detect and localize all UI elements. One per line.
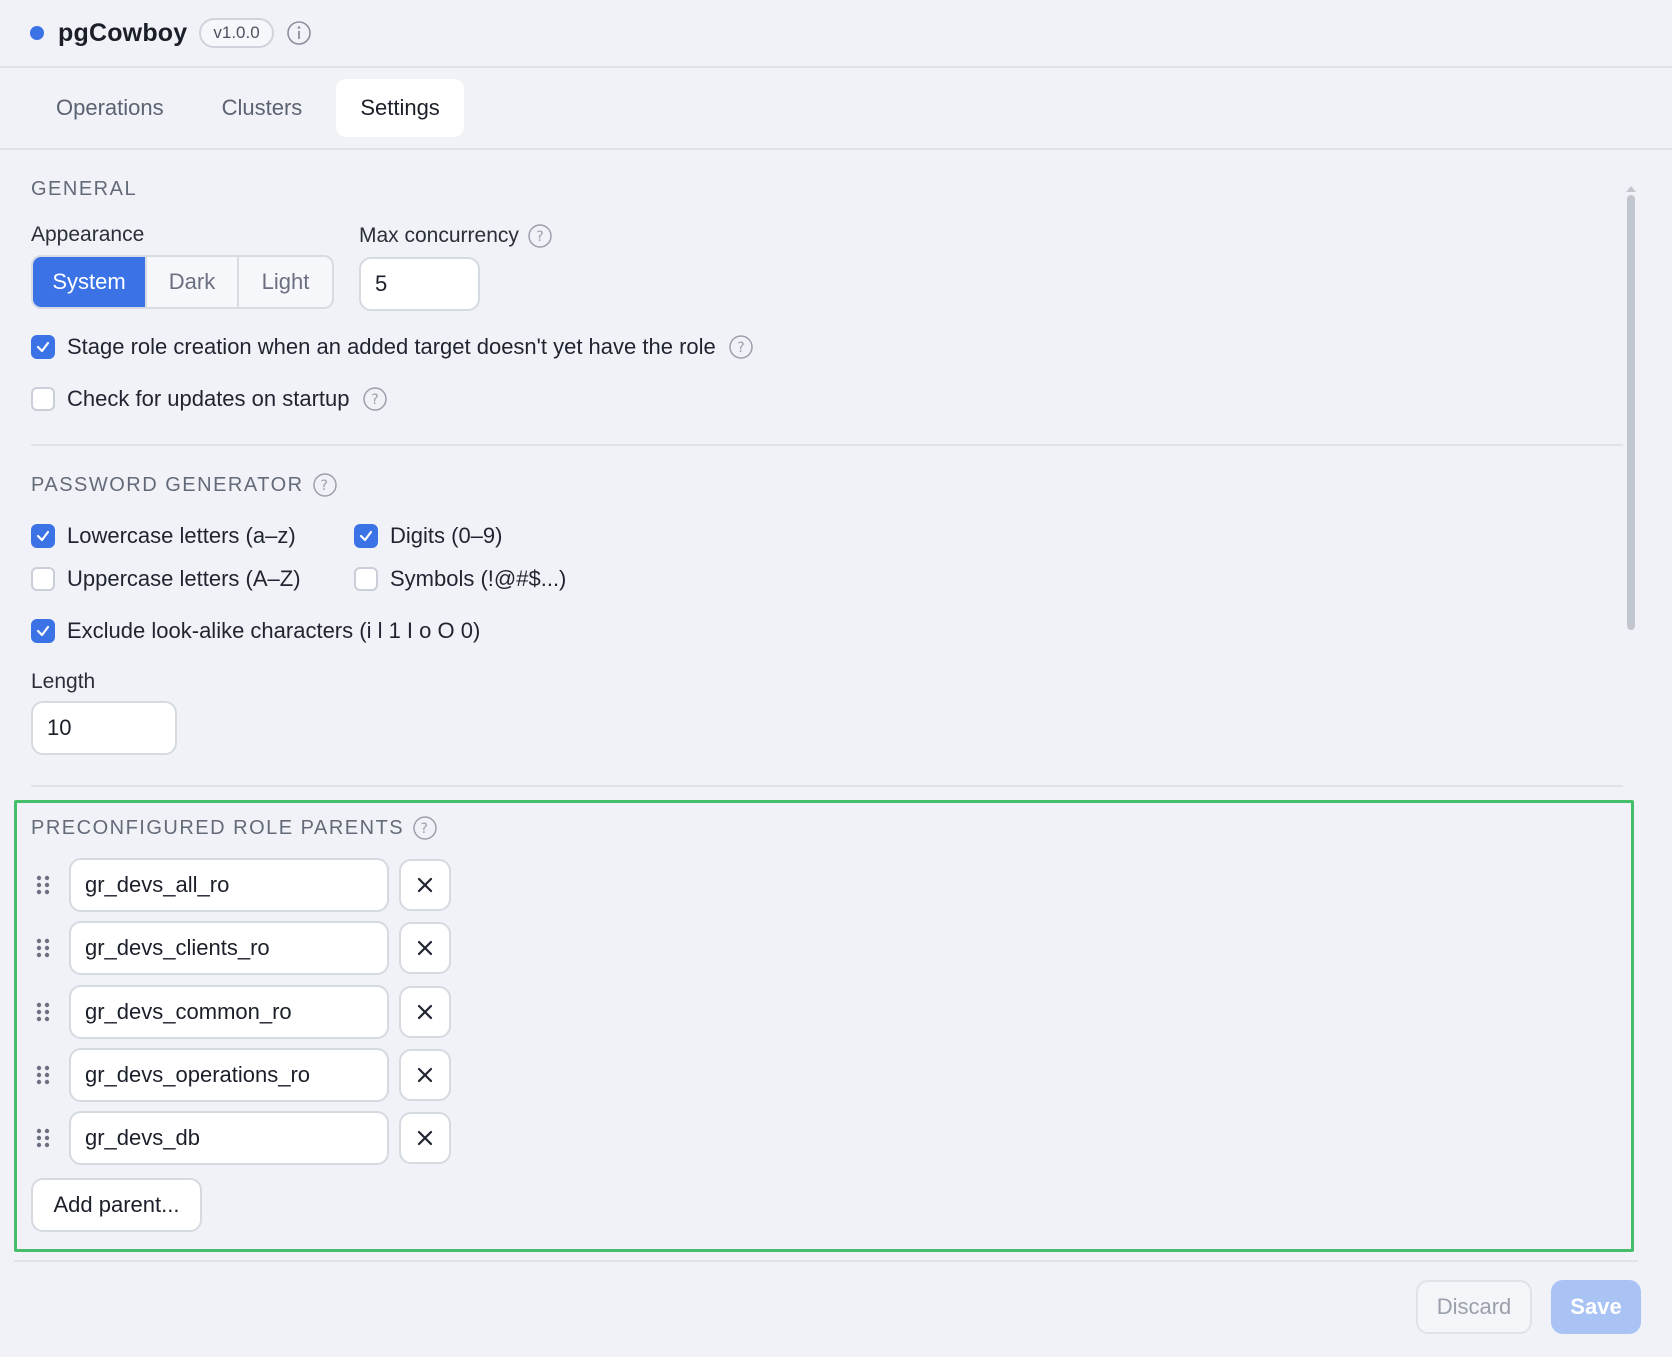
svg-text:?: ? xyxy=(371,392,378,408)
app-header: pgCowboy v1.0.0 xyxy=(0,0,1672,68)
stage-role-option[interactable]: Stage role creation when an added target… xyxy=(31,334,754,360)
tab-bar: Operations Clusters Settings xyxy=(0,68,1672,150)
lowercase-checkbox[interactable] xyxy=(31,524,55,548)
tab-settings[interactable]: Settings xyxy=(336,79,464,137)
drag-handle-icon[interactable] xyxy=(33,1063,53,1087)
digits-option[interactable]: Digits (0–9) xyxy=(354,523,502,549)
status-dot xyxy=(30,26,44,40)
help-icon[interactable]: ? xyxy=(312,472,338,498)
check-updates-label: Check for updates on startup xyxy=(67,386,350,411)
length-label-text: Length xyxy=(31,670,96,693)
role-parent-input[interactable]: gr_devs_db xyxy=(69,1111,389,1165)
svg-text:?: ? xyxy=(320,478,329,494)
version-badge: v1.0.0 xyxy=(199,18,274,48)
uppercase-option[interactable]: Uppercase letters (A–Z) xyxy=(31,566,301,592)
close-icon xyxy=(417,877,433,893)
role-parent-row: gr_devs_all_ro xyxy=(33,858,451,912)
close-icon xyxy=(417,940,433,956)
close-icon xyxy=(417,1067,433,1083)
section-divider xyxy=(31,444,1623,446)
svg-text:?: ? xyxy=(737,340,744,356)
help-icon[interactable]: ? xyxy=(362,386,388,412)
info-icon[interactable] xyxy=(286,20,312,46)
app-window: pgCowboy v1.0.0 Operations Clusters Sett… xyxy=(0,0,1672,1357)
save-button[interactable]: Save xyxy=(1551,1280,1641,1334)
close-icon xyxy=(417,1004,433,1020)
drag-handle-icon[interactable] xyxy=(33,1000,53,1024)
symbols-label: Symbols (!@#$...) xyxy=(390,566,567,591)
digits-checkbox[interactable] xyxy=(354,524,378,548)
appearance-light-option[interactable]: Light xyxy=(239,257,332,307)
role-parent-input[interactable]: gr_devs_clients_ro xyxy=(69,921,389,975)
stage-role-label: Stage role creation when an added target… xyxy=(67,334,716,359)
drag-handle-icon[interactable] xyxy=(33,1126,53,1150)
drag-handle-icon[interactable] xyxy=(33,936,53,960)
role-parent-row: gr_devs_operations_ro xyxy=(33,1048,451,1102)
drag-handle-icon[interactable] xyxy=(33,873,53,897)
role-parent-row: gr_devs_db xyxy=(33,1111,451,1165)
help-icon[interactable]: ? xyxy=(728,334,754,360)
general-section-title: GENERAL xyxy=(31,178,137,201)
close-icon xyxy=(417,1130,433,1146)
role-parent-input[interactable]: gr_devs_operations_ro xyxy=(69,1048,389,1102)
length-input[interactable]: 10 xyxy=(31,701,177,755)
exclude-lookalike-checkbox[interactable] xyxy=(31,619,55,643)
svg-text:?: ? xyxy=(421,821,430,837)
remove-parent-button[interactable] xyxy=(399,986,451,1038)
exclude-lookalike-label: Exclude look-alike characters (i l 1 I o… xyxy=(67,618,481,643)
remove-parent-button[interactable] xyxy=(399,1112,451,1164)
lowercase-label: Lowercase letters (a–z) xyxy=(67,523,296,548)
exclude-lookalike-option[interactable]: Exclude look-alike characters (i l 1 I o… xyxy=(31,618,480,644)
uppercase-label: Uppercase letters (A–Z) xyxy=(67,566,301,591)
tab-clusters[interactable]: Clusters xyxy=(198,79,327,137)
appearance-label: Appearance xyxy=(31,223,144,247)
lowercase-option[interactable]: Lowercase letters (a–z) xyxy=(31,523,296,549)
appearance-label-text: Appearance xyxy=(31,223,145,246)
stage-role-checkbox[interactable] xyxy=(31,335,55,359)
password-generator-title-text: PASSWORD GENERATOR xyxy=(31,473,304,496)
max-concurrency-input[interactable]: 5 xyxy=(359,257,480,311)
app-title: pgCowboy xyxy=(58,18,188,47)
tab-operations[interactable]: Operations xyxy=(32,79,188,137)
password-generator-section-title: PASSWORD GENERATOR ? xyxy=(31,472,338,498)
general-title-text: GENERAL xyxy=(31,178,138,200)
remove-parent-button[interactable] xyxy=(399,922,451,974)
scrollbar-thumb[interactable] xyxy=(1627,195,1635,630)
max-concurrency-label-text: Max concurrency xyxy=(359,224,519,247)
help-icon[interactable]: ? xyxy=(412,815,438,841)
appearance-segmented-control: System Dark Light xyxy=(31,255,334,309)
check-updates-checkbox[interactable] xyxy=(31,387,55,411)
svg-text:?: ? xyxy=(536,229,543,245)
role-parents-title-text: PRECONFIGURED ROLE PARENTS xyxy=(31,816,405,839)
remove-parent-button[interactable] xyxy=(399,1049,451,1101)
role-parent-input[interactable]: gr_devs_all_ro xyxy=(69,858,389,912)
add-parent-button[interactable]: Add parent... xyxy=(31,1178,202,1232)
max-concurrency-label: Max concurrency ? xyxy=(359,223,553,249)
symbols-option[interactable]: Symbols (!@#$...) xyxy=(354,566,566,592)
role-parent-input[interactable]: gr_devs_common_ro xyxy=(69,985,389,1039)
section-divider xyxy=(31,785,1623,787)
appearance-system-option[interactable]: System xyxy=(33,257,147,307)
role-parent-row: gr_devs_clients_ro xyxy=(33,921,451,975)
help-icon[interactable]: ? xyxy=(527,223,553,249)
footer-divider xyxy=(14,1260,1638,1262)
remove-parent-button[interactable] xyxy=(399,859,451,911)
discard-button[interactable]: Discard xyxy=(1416,1280,1532,1334)
digits-label: Digits (0–9) xyxy=(390,523,503,548)
appearance-dark-option[interactable]: Dark xyxy=(147,257,239,307)
symbols-checkbox[interactable] xyxy=(354,567,378,591)
length-label: Length xyxy=(31,670,95,694)
scroll-up-arrow[interactable] xyxy=(1625,180,1637,192)
check-updates-option[interactable]: Check for updates on startup ? xyxy=(31,386,388,412)
role-parent-row: gr_devs_common_ro xyxy=(33,985,451,1039)
role-parents-section-title: PRECONFIGURED ROLE PARENTS ? xyxy=(31,815,438,841)
uppercase-checkbox[interactable] xyxy=(31,567,55,591)
